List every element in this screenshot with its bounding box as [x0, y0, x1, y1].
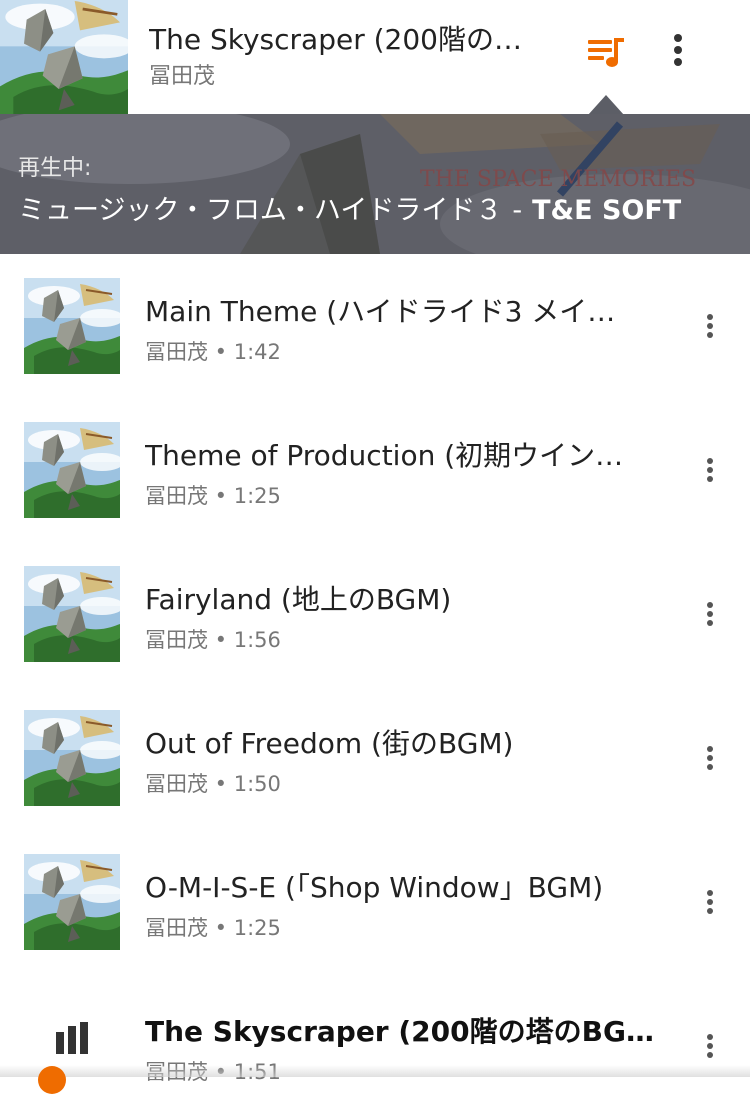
track-row[interactable]: Fairyland (地上のBGM) 冨田茂 • 1:56: [0, 542, 750, 686]
bottom-shade: [0, 1065, 750, 1077]
track-artist: 冨田茂: [145, 340, 208, 364]
banner-overlay: [0, 114, 750, 254]
track-title: The Skyscraper (200階の塔のBGM): [145, 1015, 655, 1048]
banner-album-line: ミュージック・フロム・ハイドライド３- T&E SOFT: [18, 188, 681, 227]
track-more-button[interactable]: [694, 886, 726, 918]
track-artist: 冨田茂: [145, 484, 208, 508]
more-vert-icon: [707, 458, 713, 482]
now-playing-label: 再生中:: [18, 156, 92, 181]
track-title: Out of Freedom (街のBGM): [145, 727, 514, 760]
floating-action-button[interactable]: [38, 1066, 66, 1094]
now-playing-album-art[interactable]: [0, 0, 128, 114]
more-vert-icon: [707, 890, 713, 914]
track-meta: 冨田茂 • 1:25: [145, 916, 281, 940]
track-row[interactable]: Main Theme (ハイドライド3 メイ… 冨田茂 • 1:42: [0, 254, 750, 398]
track-duration: 1:56: [233, 628, 281, 652]
track-row[interactable]: O-M-I-S-E (「Shop Window」BGM) 冨田茂 • 1:25: [0, 830, 750, 974]
queue-pointer: [588, 95, 624, 115]
track-title: O-M-I-S-E (「Shop Window」BGM): [145, 871, 604, 904]
banner-separator: -: [512, 195, 523, 226]
queue-music-icon: [588, 38, 624, 67]
track-more-button[interactable]: [694, 310, 726, 342]
track-artist: 冨田茂: [145, 916, 208, 940]
track-duration: 1:42: [233, 340, 281, 364]
track-more-button[interactable]: [694, 598, 726, 630]
track-album-art: [24, 566, 120, 662]
banner-album-title: ミュージック・フロム・ハイドライド３: [18, 195, 503, 226]
track-title: Theme of Production (初期ウイン…: [145, 439, 624, 472]
track-row[interactable]: Theme of Production (初期ウイン… 冨田茂 • 1:25: [0, 398, 750, 542]
equalizer-icon: [52, 1020, 92, 1054]
track-artist: 冨田茂: [145, 628, 208, 652]
track-duration: 1:25: [233, 484, 281, 508]
track-album-art: [24, 854, 120, 950]
more-options-button[interactable]: [662, 30, 694, 70]
more-vert-icon: [707, 746, 713, 770]
track-title: Fairyland (地上のBGM): [145, 583, 452, 616]
more-vert-icon: [707, 602, 713, 626]
track-more-button[interactable]: [694, 454, 726, 486]
track-artist: 冨田茂: [145, 772, 208, 796]
now-playing-title: The Skyscraper (200階の…: [149, 23, 522, 56]
album-banner[interactable]: THE SPACE MEMORIES 再生中: ミュージック・フロム・ハイドライ…: [0, 114, 750, 254]
track-row[interactable]: Out of Freedom (街のBGM) 冨田茂 • 1:50: [0, 686, 750, 830]
track-album-art: [24, 710, 120, 806]
more-vert-icon: [707, 1034, 713, 1058]
banner-publisher: T&E SOFT: [532, 195, 682, 226]
queue-button[interactable]: [584, 30, 628, 74]
track-row-playing[interactable]: The Skyscraper (200階の塔のBGM) 冨田茂 • 1:51: [0, 974, 750, 1118]
now-playing-artist: 冨田茂: [149, 64, 216, 89]
more-vert-icon: [674, 34, 682, 66]
track-more-button[interactable]: [694, 742, 726, 774]
track-album-art: [24, 422, 120, 518]
track-duration: 1:25: [233, 916, 281, 940]
track-title: Main Theme (ハイドライド3 メイ…: [145, 295, 616, 328]
track-list: Main Theme (ハイドライド3 メイ… 冨田茂 • 1:42 Theme…: [0, 254, 750, 1118]
now-playing-header[interactable]: The Skyscraper (200階の… 冨田茂: [0, 0, 750, 115]
track-duration: 1:50: [233, 772, 281, 796]
track-meta: 冨田茂 • 1:42: [145, 340, 281, 364]
track-album-art: [24, 278, 120, 374]
more-vert-icon: [707, 314, 713, 338]
track-meta: 冨田茂 • 1:56: [145, 628, 281, 652]
track-meta: 冨田茂 • 1:50: [145, 772, 281, 796]
track-meta: 冨田茂 • 1:25: [145, 484, 281, 508]
track-more-button[interactable]: [694, 1030, 726, 1062]
